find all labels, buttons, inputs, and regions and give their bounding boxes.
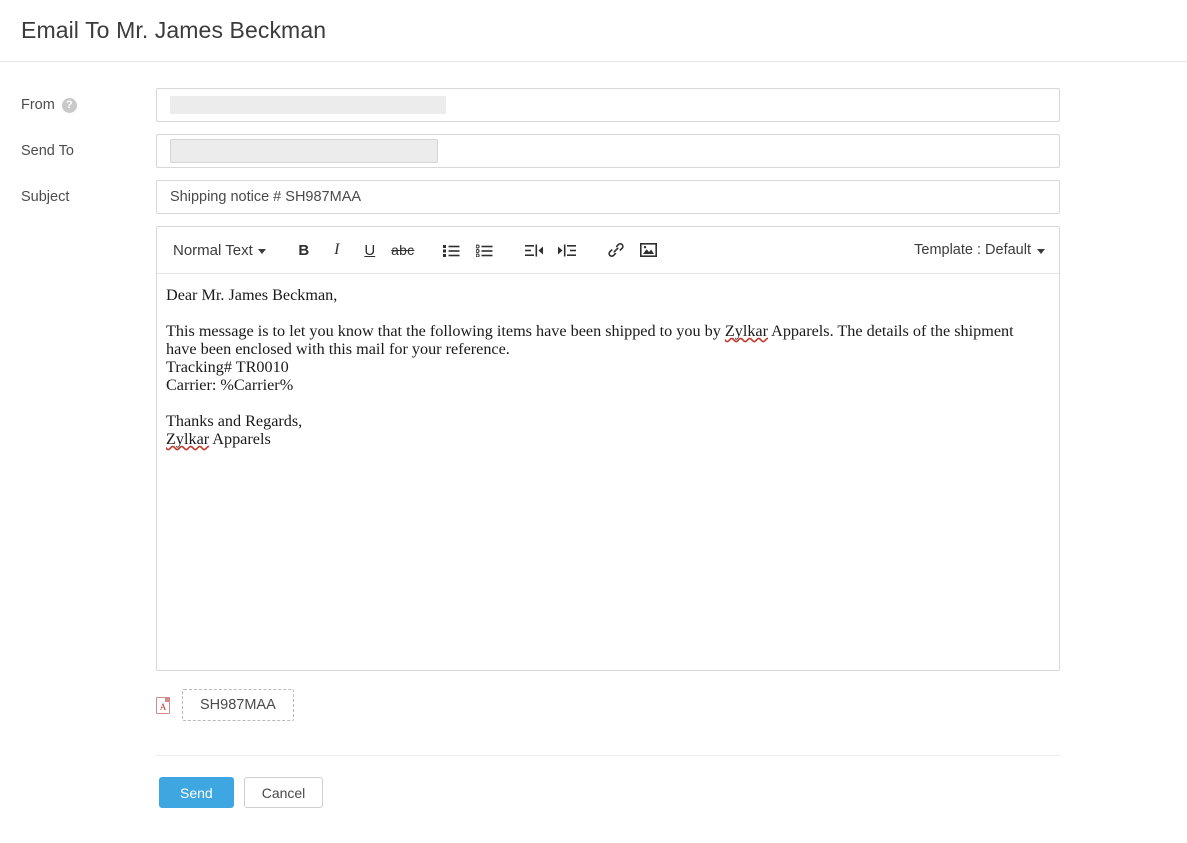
body-company-name: Zylkar	[725, 322, 768, 340]
from-input[interactable]	[156, 88, 1060, 122]
bold-button[interactable]: B	[288, 235, 320, 265]
page-title: Email To Mr. James Beckman	[21, 17, 326, 44]
from-label: From	[21, 97, 55, 113]
pdf-file-icon: A	[156, 697, 170, 714]
cancel-button[interactable]: Cancel	[244, 777, 324, 808]
help-circle-icon[interactable]: ?	[62, 98, 77, 113]
numbered-list-icon[interactable]	[469, 235, 501, 265]
chevron-down-icon	[258, 249, 266, 254]
pdf-file-icon-glyph: A	[157, 703, 169, 712]
send-to-input[interactable]	[156, 134, 1060, 168]
body-blank-line-2	[166, 394, 1045, 412]
outdent-icon[interactable]	[518, 235, 550, 265]
underline-button[interactable]: U	[354, 235, 386, 265]
attachment-row: A SH987MAA	[156, 689, 1187, 721]
body-blank-line	[166, 304, 1045, 322]
form-row-send-to: Send To	[0, 134, 1187, 168]
body-signoff: Thanks and Regards,	[166, 412, 1045, 430]
send-button[interactable]: Send	[159, 777, 234, 808]
subject-label-group: Subject	[0, 180, 156, 205]
chevron-down-icon	[1037, 249, 1045, 254]
body-paragraph: This message is to let you know that the…	[166, 322, 1045, 358]
text-style-dropdown-label: Normal Text	[173, 242, 253, 259]
indent-icon[interactable]	[551, 235, 583, 265]
image-icon[interactable]	[633, 235, 665, 265]
email-body-editor[interactable]: Dear Mr. James Beckman, This message is …	[157, 274, 1059, 670]
body-tracking: Tracking# TR0010	[166, 358, 1045, 376]
page-header: Email To Mr. James Beckman	[0, 0, 1187, 62]
strikethrough-button[interactable]: abc	[387, 235, 419, 265]
bullet-list-icon[interactable]	[436, 235, 468, 265]
subject-input[interactable]: Shipping notice # SH987MAA	[156, 180, 1060, 214]
editor-toolbar: Normal Text B I U abc	[157, 227, 1059, 274]
body-signature-company: Zylkar	[166, 430, 209, 448]
from-value-placeholder-bar	[170, 96, 446, 114]
body-carrier: Carrier: %Carrier%	[166, 376, 1045, 394]
rich-text-editor: Normal Text B I U abc	[156, 226, 1060, 671]
template-dropdown-label: Template : Default	[914, 242, 1031, 258]
footer-divider	[156, 755, 1060, 756]
form-row-from: From ?	[0, 88, 1187, 122]
body-signature: Zylkar Apparels	[166, 430, 1045, 448]
text-style-dropdown[interactable]: Normal Text	[173, 242, 266, 259]
body-signature-rest: Apparels	[209, 430, 271, 448]
send-to-label: Send To	[21, 143, 74, 159]
send-to-label-group: Send To	[0, 134, 156, 159]
subject-label: Subject	[21, 189, 69, 205]
template-dropdown[interactable]: Template : Default	[914, 242, 1045, 258]
from-label-group: From ?	[0, 88, 156, 113]
attachment-chip[interactable]: SH987MAA	[182, 689, 294, 721]
form-row-subject: Subject Shipping notice # SH987MAA	[0, 180, 1187, 214]
footer-actions: Send Cancel	[159, 777, 1187, 808]
send-to-value-placeholder-box	[170, 139, 438, 163]
italic-button[interactable]: I	[321, 235, 353, 265]
link-icon[interactable]	[600, 235, 632, 265]
email-compose-form: From ? Send To Subject Shipping notice #…	[0, 62, 1187, 808]
body-greeting: Dear Mr. James Beckman,	[166, 286, 1045, 304]
body-paragraph-part1: This message is to let you know that the…	[166, 322, 725, 340]
